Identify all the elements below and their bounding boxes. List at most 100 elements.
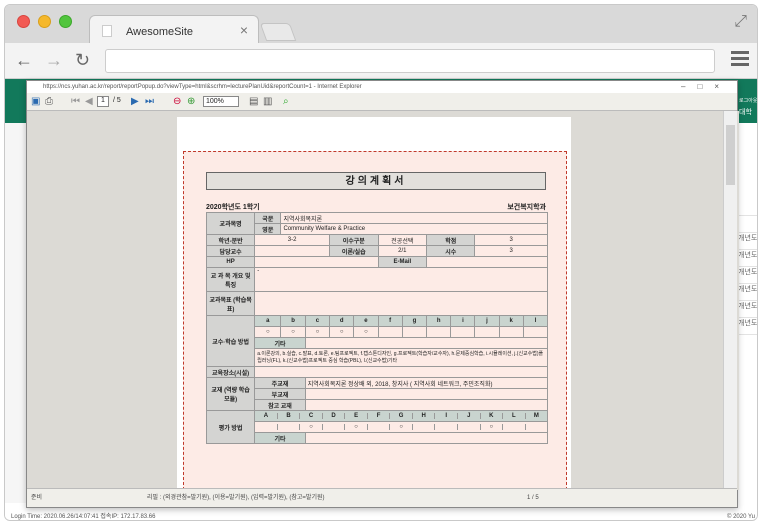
credit-label: 학점 xyxy=(426,234,476,246)
table-row: 교재 (역량 학습모듈) 주교재 지역사회복지론 정상배 외, 2018, 창지… xyxy=(205,377,549,411)
fit-page-icon[interactable]: ▤ xyxy=(249,96,258,107)
method-letter: l xyxy=(522,315,549,327)
logout-link[interactable]: 로그아웃 xyxy=(739,95,757,107)
evaluation-mark xyxy=(323,424,346,430)
minimize-window-button[interactable] xyxy=(38,15,51,28)
method-mark xyxy=(377,326,403,338)
method-letter: g xyxy=(401,315,428,327)
method-letter: d xyxy=(329,315,355,327)
english-name: Community Welfare & Practice xyxy=(280,223,548,235)
evaluation-mark xyxy=(458,424,481,430)
evaluation-mark xyxy=(278,424,301,430)
status-ready: 준비 xyxy=(31,495,43,501)
save-icon[interactable]: ▣ xyxy=(31,96,40,107)
new-tab-button[interactable] xyxy=(259,23,297,41)
method-mark xyxy=(498,326,524,338)
overview-label: 교 과 목 개요 및 특징 xyxy=(205,267,256,292)
copyright-text: © 2020 Yu xyxy=(726,514,755,520)
method-letter: k xyxy=(498,315,524,327)
site-footer: Login Time: 2020.06.26/14:07:41 접속IP: 17… xyxy=(5,512,757,520)
close-window-button[interactable] xyxy=(17,15,30,28)
prev-page-icon[interactable]: ◀ xyxy=(85,96,93,107)
evaluation-mark: ○ xyxy=(345,424,368,430)
table-row: 참고 교재 xyxy=(207,399,549,411)
forward-icon[interactable]: → xyxy=(45,50,63,71)
objective-label: 교과목표 (학습목표) xyxy=(205,291,256,316)
sub-textbook-label: 부교재 xyxy=(254,388,306,400)
lecture-plan-area: 강의계획서 2020학년도 1학기 보건복지학과 교과목명 국문 지역사회복지론… xyxy=(183,151,567,495)
theory-practice-label: 이론/실습 xyxy=(329,245,379,257)
zoom-out-icon[interactable]: ⊖ xyxy=(173,96,181,107)
method-letter: b xyxy=(280,315,306,327)
fit-width-icon[interactable]: ▥ xyxy=(263,96,272,107)
method-mark: ○ xyxy=(280,326,306,338)
method-letter: h xyxy=(426,315,452,327)
zoom-in-icon[interactable]: ⊕ xyxy=(187,96,195,107)
report-toolbar: ▣ ⎙ ⏮ ◀ 1 / 5 ▶ ⏭ ⊖ ⊕ 100% ▤ ▥ ⌕ xyxy=(27,93,737,111)
status-page: 1 / 5 xyxy=(527,495,539,501)
evaluation-letter: A xyxy=(255,413,278,419)
next-page-icon[interactable]: ▶ xyxy=(131,96,139,107)
address-bar[interactable] xyxy=(105,49,715,73)
tab-title: AwesomeSite xyxy=(126,26,194,38)
evaluation-mark xyxy=(503,424,526,430)
table-row: 담당교수 이론/실습 2/1 시수 3 xyxy=(205,245,548,257)
textbook-label: 교재 (역량 학습모듈) xyxy=(205,377,256,411)
grade-class: 3-2 xyxy=(254,234,331,246)
first-page-icon[interactable]: ⏮ xyxy=(71,96,80,107)
popup-statusbar: 준비 리필 : (외경관참=발기원), (이용=발기원), (입력=발기원), … xyxy=(27,488,737,507)
evaluation-letter: J xyxy=(458,413,481,419)
maximize-window-button[interactable] xyxy=(59,15,72,28)
evaluation-mark: ○ xyxy=(481,424,504,430)
page-total: / 5 xyxy=(113,97,121,104)
back-icon[interactable]: ← xyxy=(15,50,33,71)
popup-window-controls[interactable]: –□× xyxy=(681,81,731,93)
hours: 3 xyxy=(474,245,548,257)
method-mark: ○ xyxy=(353,326,379,338)
evaluation-letter: D xyxy=(323,413,346,419)
korean-name: 지역사회복지론 xyxy=(280,212,548,224)
evaluation-other-label: 기타 xyxy=(254,432,306,444)
viewer-scrollbar[interactable] xyxy=(723,111,737,490)
evaluation-mark xyxy=(368,424,391,430)
evaluation-letter: C xyxy=(300,413,323,419)
table-row: 교과목명 국문 지역사회복지론 xyxy=(205,212,548,235)
evaluation-marks: ○ ○ ○ ○ xyxy=(255,424,547,430)
method-mark: ○ xyxy=(304,326,331,338)
browser-tab[interactable]: AwesomeSite × xyxy=(89,15,259,45)
search-icon[interactable]: ⌕ xyxy=(283,96,289,107)
scrollbar-thumb[interactable] xyxy=(726,125,735,185)
reload-icon[interactable]: ↻ xyxy=(75,50,90,71)
method-mark xyxy=(474,326,500,338)
method-description: a.이론강의, b.실습, c.발표, d.토론, e.팀프로젝트, f.캡스톤… xyxy=(254,348,548,367)
last-page-icon[interactable]: ⏭ xyxy=(145,96,154,107)
menu-icon[interactable] xyxy=(731,51,749,69)
fullscreen-icon[interactable]: ⤢ xyxy=(734,13,747,31)
table-row: a.이론강의, b.실습, c.발표, d.토론, e.팀프로젝트, f.캡스톤… xyxy=(207,348,548,367)
table-row: 부교재 xyxy=(207,388,549,400)
english-label: 영문 xyxy=(254,223,282,235)
evaluation-mark xyxy=(435,424,458,430)
table-row: 교육장소(시설) xyxy=(205,366,548,378)
hp-label: HP xyxy=(205,256,256,268)
page-number-input[interactable]: 1 xyxy=(97,96,109,107)
browser-titlebar: AwesomeSite × ⤢ xyxy=(5,5,757,45)
lecture-plan-table: 교과목명 국문 지역사회복지론 영문 Community Welfare & P… xyxy=(205,212,549,444)
page-icon xyxy=(102,25,112,37)
table-row: HP E-Mail xyxy=(205,256,548,268)
status-legend: 리필 : (외경관참=발기원), (이용=발기원), (입력=발기원), (참고… xyxy=(147,495,325,501)
tab-close-icon[interactable]: × xyxy=(240,22,248,38)
table-row: 기타 xyxy=(207,432,549,444)
report-page: 강의계획서 2020학년도 1학기 보건복지학과 교과목명 국문 지역사회복지론… xyxy=(177,117,571,497)
main-textbook-label: 주교재 xyxy=(254,377,306,389)
report-viewer: 강의계획서 2020학년도 1학기 보건복지학과 교과목명 국문 지역사회복지론… xyxy=(27,111,739,497)
evaluation-letter: I xyxy=(435,413,458,419)
evaluation-mark xyxy=(526,424,548,430)
print-icon[interactable]: ⎙ xyxy=(45,96,53,107)
zoom-select[interactable]: 100% xyxy=(203,96,239,107)
completion-label: 이수구분 xyxy=(329,234,379,246)
evaluation-letter: B xyxy=(278,413,301,419)
method-letter: i xyxy=(450,315,476,327)
course-name-label: 교과목명 xyxy=(205,212,256,235)
evaluation-letters: A B C D E F G H I J K L M xyxy=(255,413,547,419)
